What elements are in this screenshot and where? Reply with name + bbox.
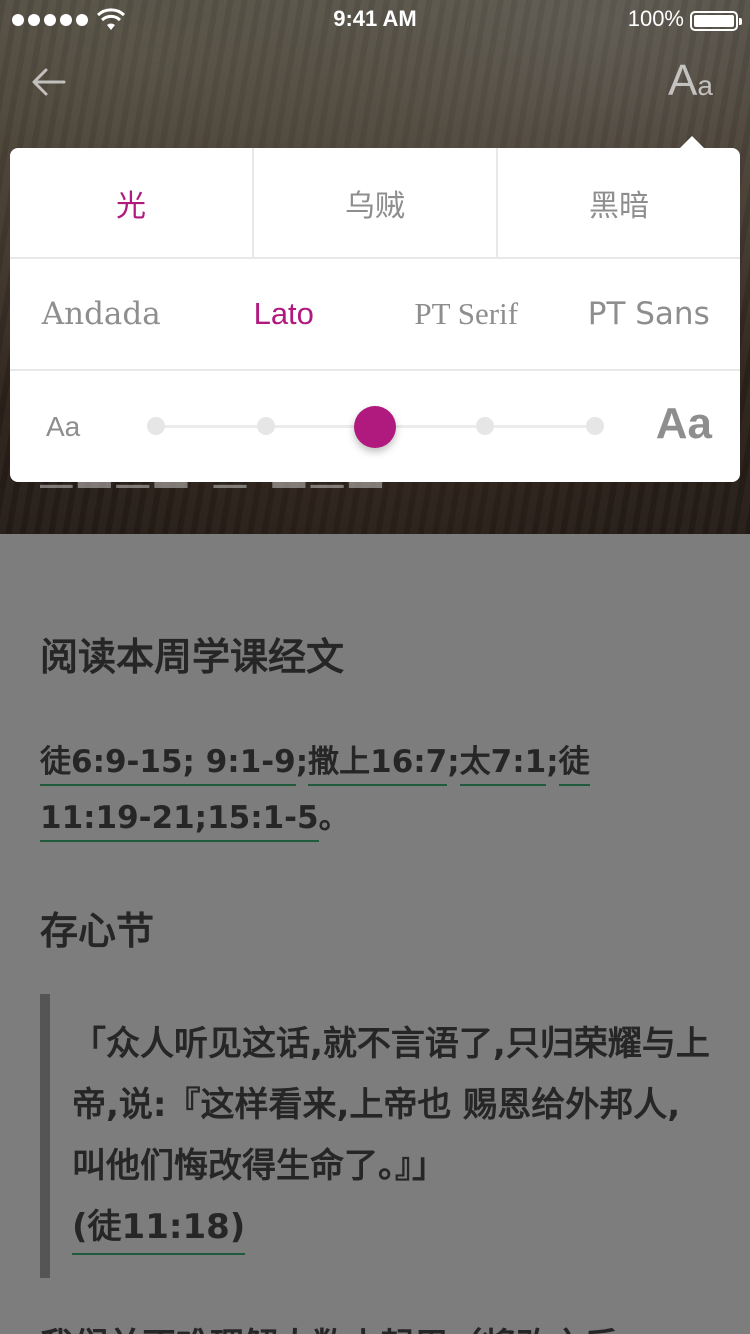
theme-option-dark[interactable]: 黑暗 (496, 148, 740, 257)
reference-link[interactable]: 太7:1 (459, 744, 547, 786)
battery-percent: 100% (627, 6, 684, 31)
next-paragraph: 我们并不难理解人数小起用（将改之后 (40, 1318, 720, 1334)
font-settings-icon-big: A (668, 56, 698, 105)
font-option-andada[interactable]: Andada (10, 296, 193, 332)
memory-verse-text: 「众人听见这话,就不言语了,只归荣耀与上帝,说:『这样看来,上帝也 赐恩给外邦人… (72, 1024, 710, 1186)
reference-link[interactable]: 徒6:9-15; 9:1-9 (40, 744, 296, 786)
reading-content: 阅读本周学课经文 徒6:9-15; 9:1-9;撒上16:7;太7:1;徒 11… (0, 534, 750, 1334)
font-size-step[interactable] (586, 417, 604, 435)
scripture-references: 徒6:9-15; 9:1-9;撒上16:7;太7:1;徒 11:19-21;15… (40, 734, 680, 846)
font-option-lato[interactable]: Lato (193, 296, 376, 332)
reader-settings-popover: 光 乌贼 黑暗 Andada Lato PT Serif PT Sans Aa … (10, 136, 740, 482)
font-size-step[interactable] (476, 417, 494, 435)
font-size-step[interactable] (257, 417, 275, 435)
font-size-small-label: Aa (46, 411, 81, 442)
status-bar: 9:41 AM 100% (0, 0, 750, 40)
back-arrow-icon[interactable] (30, 62, 70, 102)
memory-verse-reference-link[interactable]: (徒11:18) (72, 1207, 246, 1255)
theme-option-light[interactable]: 光 (10, 148, 252, 257)
font-selector: Andada Lato PT Serif PT Sans (10, 259, 740, 371)
font-settings-button[interactable]: Aa (668, 56, 724, 108)
reference-link[interactable]: 撒上16:7 (308, 744, 448, 786)
ref-period: 。 (318, 800, 350, 836)
font-size-step[interactable] (147, 417, 165, 435)
section-title-reading: 阅读本周学课经文 (40, 635, 345, 679)
section-title-memory-verse: 存心节 (40, 909, 155, 953)
font-size-slider-row: Aa Aa (10, 371, 740, 482)
memory-verse-quote: 「众人听见这话,就不言语了,只归荣耀与上帝,说:『这样看来,上帝也 赐恩给外邦人… (40, 994, 710, 1278)
battery-icon (690, 11, 742, 31)
theme-selector: 光 乌贼 黑暗 (10, 148, 740, 259)
font-option-pt-serif[interactable]: PT Serif (375, 296, 558, 332)
ref-separator: ; (295, 744, 309, 780)
ref-separator: ; (447, 744, 460, 780)
theme-option-sepia[interactable]: 乌贼 (252, 148, 496, 257)
font-size-large-label: Aa (655, 399, 712, 448)
font-option-pt-sans[interactable]: PT Sans (558, 296, 741, 332)
font-settings-icon-small: a (697, 70, 713, 101)
font-size-slider-handle[interactable] (354, 406, 396, 448)
ref-separator: ; (546, 744, 559, 780)
